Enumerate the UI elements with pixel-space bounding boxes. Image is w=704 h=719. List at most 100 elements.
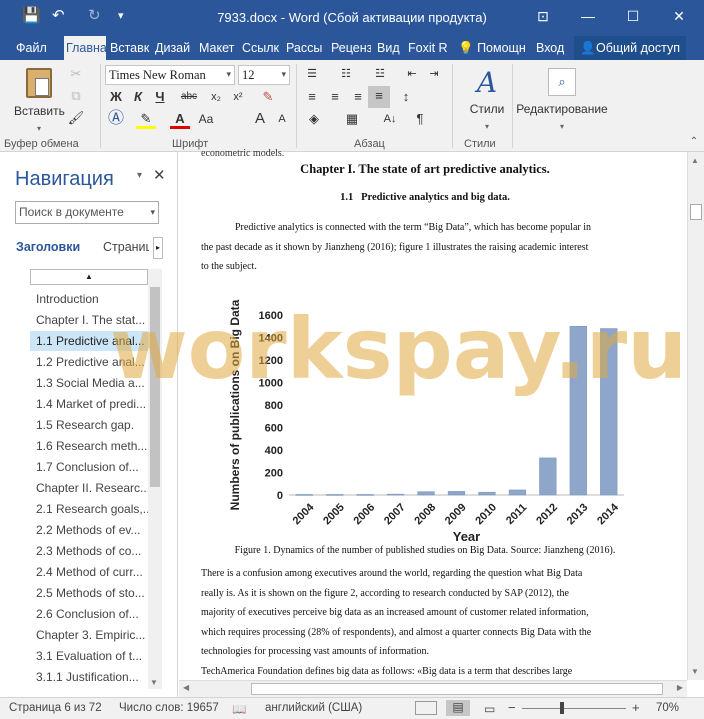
heading-item[interactable]: 3.1.1 Justification... (30, 667, 148, 687)
numbering-icon[interactable]: ☷ (336, 64, 356, 84)
subscript-button[interactable]: x₂ (206, 87, 226, 107)
font-color-icon[interactable]: A (170, 109, 190, 129)
multilevel-list-icon[interactable]: ☳ (370, 64, 390, 84)
document-horizontal-scrollbar[interactable]: ◀ ▶ (179, 680, 687, 697)
tab-foxit[interactable]: Foxit R (408, 36, 450, 60)
scroll-up-icon[interactable]: ▲ (691, 156, 699, 165)
heading-item[interactable]: 2.5 Methods of sto... (30, 583, 148, 603)
heading-item[interactable]: 2.6 Conclusion of... (30, 604, 148, 624)
close-button[interactable]: ✕ (664, 4, 694, 28)
scroll-right-icon[interactable]: ▶ (677, 683, 683, 692)
italic-button[interactable]: К (128, 87, 148, 107)
heading-item[interactable]: 3.1 Evaluation of t... (30, 646, 148, 666)
highlight-icon[interactable]: ✎ (136, 109, 156, 129)
close-icon[interactable]: ✕ (153, 166, 166, 184)
ribbon-display-options-button[interactable]: ⊡ (528, 4, 558, 28)
line-spacing-icon[interactable]: ↕ (396, 87, 416, 107)
bar (295, 494, 313, 496)
scroll-down-icon[interactable]: ▼ (691, 667, 699, 676)
read-mode-icon[interactable] (415, 701, 437, 715)
heading-item[interactable]: 2.4 Method of curr... (30, 562, 148, 582)
grow-font-button[interactable]: A (250, 109, 270, 129)
minimize-button[interactable]: — (573, 4, 603, 28)
shading-icon[interactable]: ◈ (304, 109, 324, 129)
proofing-icon[interactable]: 📖 (232, 702, 246, 716)
scroll-down-icon[interactable]: ▼ (150, 678, 158, 687)
show-marks-button[interactable]: ¶ (410, 109, 430, 129)
zoom-slider-thumb[interactable] (560, 702, 564, 714)
zoom-level[interactable]: 70% (656, 702, 679, 714)
shrink-font-button[interactable]: A (272, 109, 292, 129)
zoom-slider-track[interactable] (522, 708, 626, 709)
copy-icon[interactable]: ⧉ (66, 86, 86, 106)
increase-indent-icon[interactable]: ⇥ (424, 64, 444, 84)
cut-icon[interactable]: ✂ (66, 64, 86, 84)
tab-layout[interactable]: Макет (199, 36, 235, 60)
tabs-scroll-right-icon[interactable]: ▸ (153, 237, 163, 259)
collapse-ribbon-icon[interactable]: ⌃ (684, 132, 704, 152)
tab-review[interactable]: Реценз (331, 36, 371, 60)
tab-mailings[interactable]: Рассы (286, 36, 324, 60)
paste-button[interactable]: Вставить ▾ (14, 66, 65, 133)
search-options-icon[interactable]: ▾ (150, 202, 155, 223)
tell-me-box[interactable]: 💡 Помощн (458, 36, 528, 60)
x-tick-label: 2013 (565, 501, 591, 527)
bold-button[interactable]: Ж (106, 87, 126, 107)
nav-search-placeholder: Поиск в документе (19, 205, 124, 219)
heading-item[interactable]: 1.5 Research gap. (30, 415, 148, 435)
tab-pages[interactable]: Страниц (103, 240, 149, 254)
word-count[interactable]: Число слов: 19657 (119, 702, 219, 714)
zoom-in-button[interactable]: + (632, 700, 640, 715)
styles-button[interactable]: A Стили ▾ (462, 66, 512, 132)
font-size-combo[interactable]: 12 ▾ (238, 65, 290, 85)
text-effects-icon[interactable]: Ⓐ (106, 109, 126, 129)
document-area[interactable]: econometric models. Chapter I. The state… (179, 148, 687, 697)
heading-item[interactable]: Chapter 3. Empiric... (30, 625, 148, 645)
maximize-button[interactable]: ☐ (618, 4, 648, 28)
format-painter-icon[interactable]: 🖌 (66, 108, 86, 128)
tab-insert[interactable]: Вставк (110, 36, 150, 60)
pane-options-icon[interactable]: ▾ (137, 170, 142, 181)
tab-references[interactable]: Ссылк (242, 36, 280, 60)
zoom-out-button[interactable]: − (508, 700, 516, 715)
align-right-icon[interactable]: ≡ (348, 87, 368, 107)
vertical-scroll-thumb[interactable] (690, 204, 702, 220)
tab-file[interactable]: Файл (16, 36, 47, 60)
page-count[interactable]: Страница 6 из 72 (9, 702, 102, 714)
align-center-icon[interactable]: ≡ (325, 87, 345, 107)
tab-design[interactable]: Дизай (155, 36, 193, 60)
tab-headings[interactable]: Заголовки (16, 240, 80, 254)
strikethrough-button[interactable]: abc (176, 87, 202, 107)
web-layout-icon[interactable]: ▭ (484, 702, 495, 716)
language-indicator[interactable]: английский (США) (265, 702, 362, 714)
text-line: TechAmerica Foundation defines big data … (201, 665, 573, 677)
editing-button[interactable]: ⌕ Редактирование ▾ (516, 66, 608, 132)
heading-item[interactable]: 2.2 Methods of ev... (30, 520, 148, 540)
clear-formatting-icon[interactable]: ✎ (258, 87, 278, 107)
align-left-icon[interactable]: ≡ (302, 87, 322, 107)
superscript-button[interactable]: x² (228, 87, 248, 107)
heading-item[interactable]: 2.3 Methods of co... (30, 541, 148, 561)
justify-icon[interactable]: ≡ (368, 86, 390, 108)
borders-icon[interactable]: ▦ (342, 109, 362, 129)
decrease-indent-icon[interactable]: ⇤ (402, 64, 422, 84)
font-name-combo[interactable]: Times New Roman ▾ (105, 65, 235, 85)
share-button[interactable]: 👤 Общий доступ (574, 36, 686, 60)
tab-view[interactable]: Вид (377, 36, 403, 60)
bullets-icon[interactable]: ☰ (302, 64, 322, 84)
document-page[interactable]: econometric models. Chapter I. The state… (201, 148, 649, 680)
heading-item[interactable]: 2.1 Research goals,... (30, 499, 148, 519)
tab-home[interactable]: Главна (64, 36, 106, 60)
document-vertical-scrollbar[interactable]: ▲ ▼ (687, 152, 704, 680)
heading-item[interactable]: 1.6 Research meth... (30, 436, 148, 456)
heading-item[interactable]: 1.7 Conclusion of... (30, 457, 148, 477)
heading-item[interactable]: Chapter II. Researc... (30, 478, 148, 498)
sign-in-link[interactable]: Вход (536, 36, 564, 60)
print-layout-icon[interactable]: ▤ (446, 700, 470, 716)
scroll-left-icon[interactable]: ◀ (183, 683, 189, 692)
sort-icon[interactable]: A↓ (380, 109, 400, 129)
change-case-button[interactable]: Aa (196, 109, 216, 129)
underline-button[interactable]: Ч (150, 87, 170, 107)
nav-search-input[interactable]: Поиск в документе ▾ (15, 201, 159, 224)
horizontal-scroll-thumb[interactable] (251, 683, 663, 695)
